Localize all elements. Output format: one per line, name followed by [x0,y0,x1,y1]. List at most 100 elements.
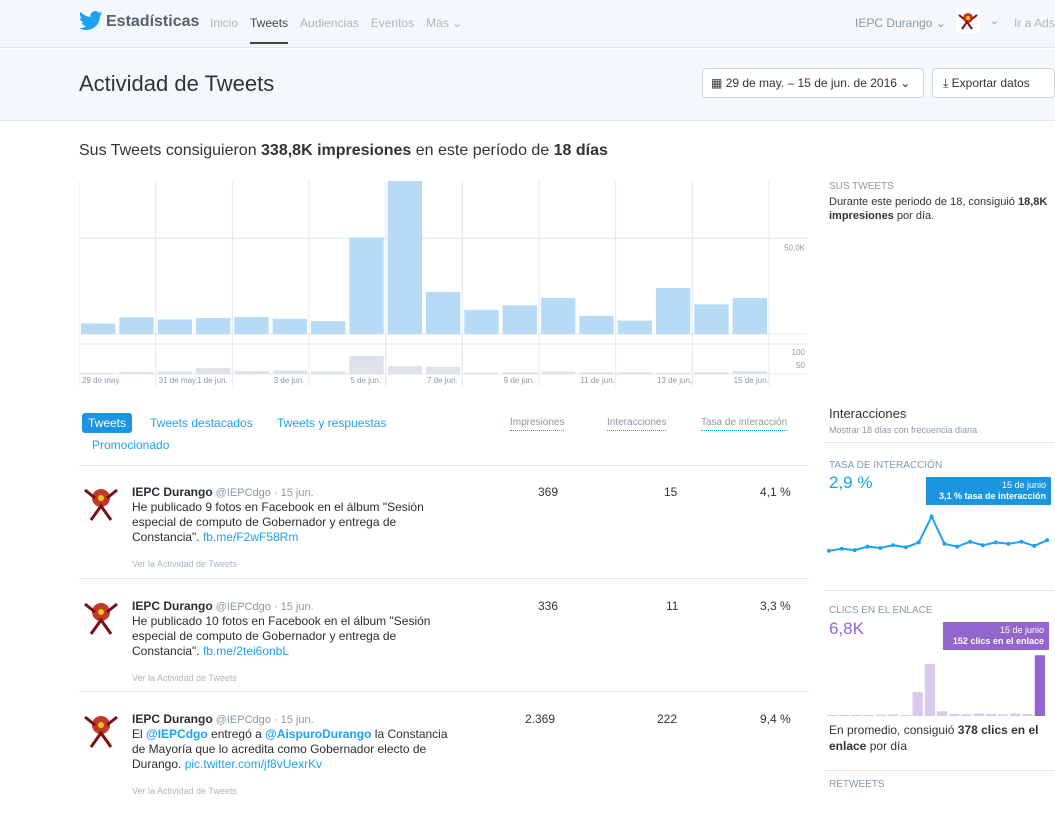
nav-audiencias[interactable]: Audiencias [300,16,359,44]
account-avatar[interactable] [956,9,980,33]
clicks-bar[interactable] [839,714,850,716]
impressions-bar[interactable] [656,288,691,334]
clicks-bar[interactable] [888,714,899,716]
clicks-bar[interactable] [827,715,838,716]
column-impresiones[interactable]: Impresiones [510,417,565,431]
impressions-bar[interactable] [541,298,576,334]
engagements-bar[interactable] [272,370,307,374]
engagements-bar[interactable] [541,371,576,374]
rate-point[interactable] [993,540,998,545]
rate-point[interactable] [903,545,908,550]
impressions-bar[interactable] [311,321,346,334]
engagements-bar[interactable] [694,372,729,374]
rate-point[interactable] [839,546,844,551]
date-range-picker[interactable]: ▦ 29 de may. – 15 de jun. de 2016 ⌄ [702,68,924,98]
column-interacciones[interactable]: Interacciones [607,417,667,431]
tweet-avatar[interactable] [79,709,123,753]
clicks-bar[interactable] [949,714,960,716]
tweet-avatar[interactable] [79,596,123,640]
go-to-ads-link[interactable]: Ir a Ads [1014,16,1055,30]
tweet-author[interactable]: IEPC Durango [132,599,213,613]
tweet-author[interactable]: IEPC Durango [132,712,213,726]
brand-title[interactable]: Estadísticas [106,13,199,31]
nav-tweets[interactable]: Tweets [250,16,289,44]
tweet-avatar[interactable] [79,482,123,526]
clicks-bar[interactable] [924,664,935,716]
rate-point[interactable] [955,544,960,549]
tweet-row[interactable]: IEPC Durango @IEPCdgo · 15 jun. He public… [79,482,809,592]
tweet-activity-link[interactable]: Ver la Actividad de Tweets [132,559,237,569]
impressions-bar[interactable] [502,305,537,334]
tweet-link[interactable]: fb.me/F2wF58Rm [203,530,298,544]
tweet-row[interactable]: IEPC Durango @IEPCdgo · 15 jun. El @IEPCd… [79,709,809,819]
engagements-bar[interactable] [196,368,231,374]
engagements-bar[interactable] [311,371,346,374]
impressions-bar[interactable] [196,317,231,334]
engagements-bar[interactable] [464,372,499,374]
clicks-bar[interactable] [875,714,887,716]
rate-point[interactable] [1032,543,1037,548]
impressions-bar[interactable] [464,310,499,334]
export-data-button[interactable]: ⤓ Exportar datos [932,68,1055,98]
tab-tweets-respuestas[interactable]: Tweets y respuestas [277,416,386,430]
nav-inicio[interactable]: Inicio [210,16,238,44]
tweet-mention[interactable]: @IEPCdgo [146,727,208,741]
impressions-bar[interactable] [272,318,307,334]
rate-point[interactable] [852,548,857,553]
twitter-bird-icon[interactable] [79,11,103,31]
tab-promocionado[interactable]: Promocionado [92,438,169,452]
engagements-bar[interactable] [502,372,537,374]
tweet-link[interactable]: fb.me/2tei6onbL [203,644,289,658]
tweet-link[interactable]: pic.twitter.com/jf8vUexrKv [185,757,322,771]
impressions-bar[interactable] [426,291,461,334]
tweet-activity-link[interactable]: Ver la Actividad de Tweets [132,673,237,683]
account-caret-icon[interactable]: ⌄ [990,16,998,27]
rate-point[interactable] [942,541,947,546]
clicks-bar[interactable] [1022,714,1033,716]
engagements-bar[interactable] [732,371,767,374]
column-tasa[interactable]: Tasa de interacción [701,417,788,431]
account-menu[interactable]: IEPC Durango ⌄ [855,16,946,30]
clicks-bar[interactable] [863,715,874,716]
clicks-bar[interactable] [851,715,862,716]
impressions-bar[interactable] [157,319,192,334]
rate-point[interactable] [1019,539,1024,544]
rate-point[interactable] [827,548,831,553]
impressions-bar[interactable] [234,316,269,334]
tab-tweets[interactable]: Tweets [82,413,133,433]
engagements-bar[interactable] [387,366,422,374]
rate-point[interactable] [891,543,896,548]
impressions-bar[interactable] [617,320,652,334]
engagements-bar[interactable] [579,372,614,374]
engagements-bar[interactable] [656,372,691,374]
engagements-bar[interactable] [81,372,116,374]
rate-point[interactable] [980,543,985,548]
impressions-bar[interactable] [349,237,384,334]
clicks-bar[interactable] [912,692,923,716]
tab-tweets-destacados[interactable]: Tweets destacados [150,416,253,430]
rate-point[interactable] [865,544,870,549]
clicks-bar[interactable] [900,715,911,716]
rate-point[interactable] [878,546,883,550]
impressions-bar[interactable] [81,323,116,334]
impressions-bar[interactable] [387,181,422,334]
engagements-bar[interactable] [349,356,384,374]
clicks-bar[interactable] [973,713,984,716]
engagements-bar[interactable] [157,371,192,374]
engagements-bar[interactable] [234,371,269,374]
engagements-bar[interactable] [617,372,652,374]
nav-eventos[interactable]: Eventos [371,16,414,44]
impressions-bar[interactable] [732,298,767,334]
rate-point[interactable] [1006,541,1011,546]
tweet-mention[interactable]: @AispuroDurango [265,727,371,741]
rate-point[interactable] [929,514,934,519]
nav-mas[interactable]: Más ⌄ [426,16,462,44]
rate-point[interactable] [916,540,921,545]
impressions-bar[interactable] [119,317,154,334]
clicks-bar[interactable] [937,711,948,716]
clicks-bar[interactable] [998,714,1009,716]
rate-point[interactable] [968,539,973,544]
rate-point[interactable] [1045,538,1049,543]
clicks-bar[interactable] [985,714,997,716]
clicks-bar[interactable] [961,714,972,716]
